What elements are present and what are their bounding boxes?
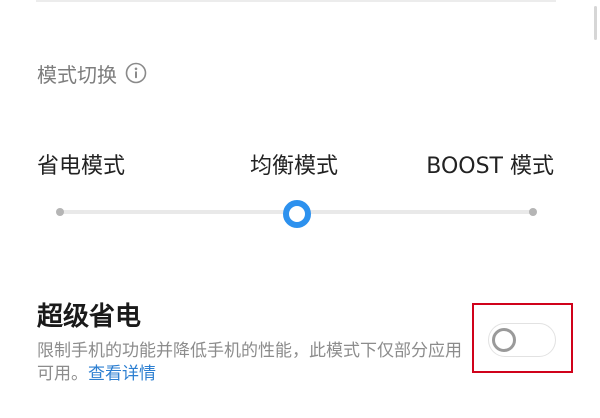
previous-card-edge (36, 0, 556, 2)
view-details-link[interactable]: 查看详情 (88, 364, 156, 384)
super-power-saving-title: 超级省电 (37, 302, 142, 332)
mode-labels: 省电模式 均衡模式 BOOST 模式 (0, 148, 600, 182)
toggle-knob[interactable] (492, 328, 516, 352)
mode-label-boost[interactable]: BOOST 模式 (426, 148, 554, 180)
section-title: 模式切换 (37, 62, 117, 87)
mode-label-power-saving[interactable]: 省电模式 (37, 148, 125, 180)
super-power-saving-description: 限制手机的功能并降低手机的性能，此模式下仅部分应用可用。查看详情 (37, 340, 467, 386)
scroll-indicator (594, 6, 597, 40)
info-circle-icon[interactable] (125, 62, 147, 84)
super-power-saving-toggle[interactable] (488, 323, 556, 357)
slider-thumb[interactable] (283, 200, 311, 228)
mode-slider[interactable] (54, 198, 544, 228)
mode-label-balanced[interactable]: 均衡模式 (250, 148, 338, 180)
slider-stop-power-saving[interactable] (56, 208, 64, 216)
slider-stop-boost[interactable] (529, 208, 537, 216)
mode-switch-header: 模式切换 (37, 58, 147, 88)
